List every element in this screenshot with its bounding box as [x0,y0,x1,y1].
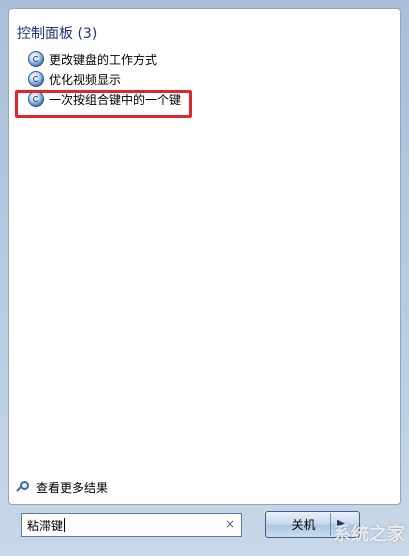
result-label: 一次按组合键中的一个键 [49,92,182,107]
watermark-logo: 系统之家 [333,524,405,545]
group-title-control-panel[interactable]: 控制面板 (3) [17,23,97,43]
start-menu: 控制面板 (3) 更改键盘的工作方式 优化视频显示 一次按组合键中的一个键 查看… [0,0,409,556]
text-caret [64,518,66,532]
result-label: 更改键盘的工作方式 [49,52,158,67]
result-label: 优化视频显示 [49,72,122,87]
result-item-keyboard[interactable]: 更改键盘的工作方式 [9,49,400,69]
see-more-results-link[interactable]: 查看更多结果 [16,479,109,496]
control-panel-icon [28,91,44,107]
result-item-sticky-keys[interactable]: 一次按组合键中的一个键 [9,89,400,109]
magnifier-icon [16,480,31,495]
control-panel-icon [28,71,44,87]
clear-search-icon[interactable]: × [225,517,235,531]
result-item-display[interactable]: 优化视频显示 [9,69,400,89]
search-input-value: 粘滞键 [27,518,64,533]
shutdown-label: 关机 [291,518,316,532]
search-results-pane: 控制面板 (3) 更改键盘的工作方式 优化视频显示 一次按组合键中的一个键 查看… [8,8,401,505]
shutdown-separator [330,513,331,536]
search-input[interactable]: 粘滞键 × [21,513,242,537]
see-more-label: 查看更多结果 [36,481,109,495]
results-list: 更改键盘的工作方式 优化视频显示 一次按组合键中的一个键 [9,49,400,109]
control-panel-icon [28,51,44,67]
